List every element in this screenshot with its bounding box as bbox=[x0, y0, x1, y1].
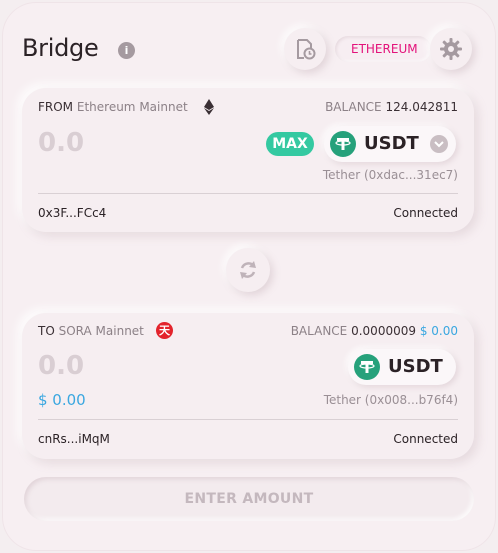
from-token-select[interactable]: USDT bbox=[324, 126, 456, 162]
to-token-description: Tether (0x008...b76f4) bbox=[323, 393, 458, 407]
to-divider bbox=[38, 419, 458, 420]
to-amount-input[interactable]: 0.0 bbox=[38, 351, 84, 381]
from-balance: BALANCE 124.042811 bbox=[325, 100, 458, 114]
from-network-name: Ethereum Mainnet bbox=[76, 100, 188, 114]
from-connection-status: Connected bbox=[393, 206, 458, 220]
from-label: FROM bbox=[38, 100, 74, 114]
to-card: TO SORA Mainnet 天 BALANCE 0.0000009 $ 0.… bbox=[22, 313, 474, 459]
to-balance-label: BALANCE bbox=[290, 324, 348, 338]
to-balance-value: 0.0000009 bbox=[351, 324, 416, 338]
from-token-description: Tether (0xdac...31ec7) bbox=[322, 168, 458, 182]
page-title: Bridge bbox=[22, 34, 99, 62]
tether-icon bbox=[330, 131, 356, 157]
to-token-symbol: USDT bbox=[388, 356, 443, 377]
sora-icon: 天 bbox=[156, 322, 173, 339]
tether-icon bbox=[354, 354, 380, 380]
settings-button[interactable] bbox=[430, 28, 472, 70]
to-address: cnRs...iMqM bbox=[38, 432, 110, 446]
history-icon bbox=[297, 39, 316, 60]
from-divider bbox=[38, 193, 458, 194]
gear-icon bbox=[440, 38, 462, 60]
from-card: FROM Ethereum Mainnet BALANCE 124.042811… bbox=[22, 88, 474, 232]
from-row-label: FROM Ethereum Mainnet bbox=[38, 100, 188, 114]
swap-direction-button[interactable] bbox=[226, 248, 270, 292]
to-label: TO bbox=[38, 324, 55, 338]
from-balance-label: BALANCE bbox=[325, 100, 382, 114]
to-usd-amount: $ 0.00 bbox=[38, 391, 86, 409]
max-button[interactable]: MAX bbox=[266, 132, 314, 156]
to-balance: BALANCE 0.0000009 $ 0.00 bbox=[291, 324, 458, 338]
history-button[interactable] bbox=[284, 28, 326, 70]
from-amount-input[interactable]: 0.0 bbox=[38, 128, 84, 158]
from-token-symbol: USDT bbox=[364, 133, 419, 154]
from-address: 0x3F...FCc4 bbox=[38, 206, 107, 220]
ethereum-icon bbox=[204, 99, 214, 115]
to-row-label: TO SORA Mainnet bbox=[38, 324, 144, 338]
from-balance-value: 124.042811 bbox=[385, 100, 458, 114]
chevron-down-icon bbox=[430, 135, 448, 153]
sora-badge-glyph: 天 bbox=[159, 324, 170, 337]
header: Bridge i ETHEREUM bbox=[22, 28, 476, 70]
to-network-name: SORA Mainnet bbox=[58, 324, 144, 338]
bridge-panel: Bridge i ETHEREUM FROM Ethereum Mainnet … bbox=[2, 2, 496, 551]
info-icon[interactable]: i bbox=[118, 42, 135, 59]
swap-icon bbox=[240, 261, 256, 279]
enter-amount-button[interactable]: ENTER AMOUNT bbox=[24, 477, 474, 521]
to-token-display: USDT bbox=[348, 349, 456, 385]
network-selector[interactable]: ETHEREUM bbox=[335, 36, 431, 62]
to-balance-usd: $ 0.00 bbox=[419, 324, 458, 338]
to-connection-status: Connected bbox=[393, 432, 458, 446]
